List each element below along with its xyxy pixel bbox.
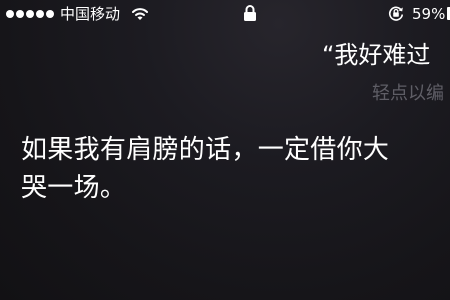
signal-dot	[26, 10, 34, 18]
siri-response-text: 如果我有肩膀的话，一定借你大哭一场。	[21, 135, 390, 203]
tap-to-edit-hint[interactable]: 轻点以编	[372, 82, 444, 106]
user-utterance[interactable]: “我好难过	[322, 40, 430, 70]
signal-strength-icon	[6, 10, 54, 18]
signal-dot	[36, 10, 44, 18]
lock-icon	[244, 5, 256, 21]
rotation-lock-icon	[388, 6, 404, 21]
carrier-name: 中国移动	[60, 5, 121, 23]
signal-dot	[16, 10, 24, 18]
battery-percentage: 59%	[412, 5, 446, 23]
signal-dot	[6, 10, 14, 18]
signal-dot	[46, 10, 54, 18]
wifi-icon	[132, 8, 148, 20]
status-bar: 中国移动 59%	[0, 0, 450, 30]
